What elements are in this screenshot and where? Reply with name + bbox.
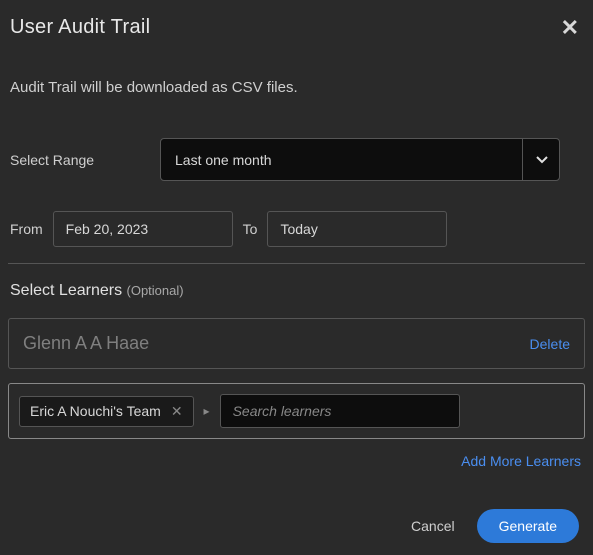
range-select[interactable]: Last one month [160,138,560,181]
close-icon[interactable]: ✕ [561,17,579,39]
cancel-button[interactable]: Cancel [411,518,455,534]
modal-header: User Audit Trail ✕ [8,16,585,39]
learner-entry-1: Glenn A A Haae Delete [8,318,585,369]
optional-label: (Optional) [127,283,184,298]
learners-title-text: Select Learners [10,282,127,299]
learners-section-title: Select Learners (Optional) [8,282,585,300]
from-date-input[interactable]: Feb 20, 2023 [53,211,233,247]
add-more-learners-link[interactable]: Add More Learners [8,453,585,469]
date-range-row: From Feb 20, 2023 To Today [8,211,585,247]
from-label: From [10,221,43,237]
to-label: To [243,221,258,237]
audit-trail-modal: User Audit Trail ✕ Audit Trail will be d… [0,0,593,555]
modal-title: User Audit Trail [10,16,150,39]
to-date-input[interactable]: Today [267,211,447,247]
caret-right-icon: ▸ [204,404,210,418]
divider [8,263,585,264]
range-row: Select Range Last one month [8,138,585,181]
remove-chip-icon[interactable]: ✕ [171,403,183,420]
team-chip-label: Eric A Nouchi's Team [30,403,161,419]
delete-learner-button[interactable]: Delete [530,336,570,352]
chevron-down-icon[interactable] [522,138,560,181]
modal-description: Audit Trail will be downloaded as CSV fi… [8,79,585,96]
learner-name: Glenn A A Haae [23,333,149,354]
modal-footer: Cancel Generate [8,509,585,543]
learner-entry-2: Eric A Nouchi's Team ✕ ▸ [8,383,585,439]
generate-button[interactable]: Generate [477,509,579,543]
range-label: Select Range [8,152,160,168]
search-learners-input[interactable] [220,394,460,428]
range-select-value: Last one month [160,138,560,181]
team-chip[interactable]: Eric A Nouchi's Team ✕ [19,396,194,427]
